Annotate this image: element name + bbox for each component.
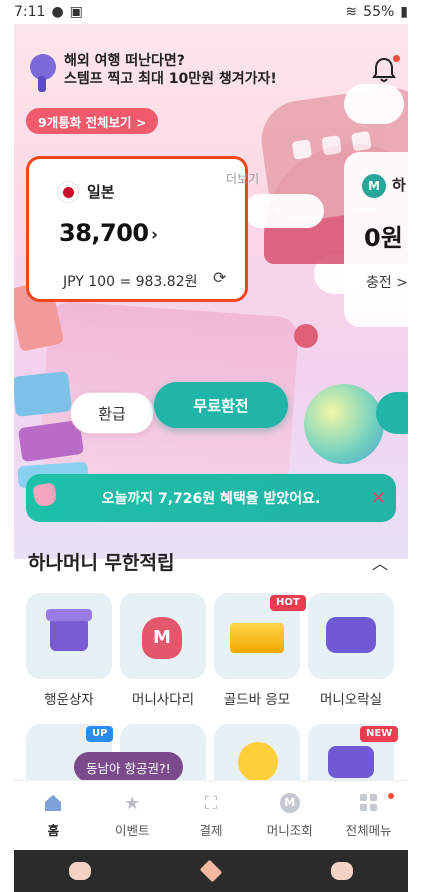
tile-label: 행운상자 [44,692,94,708]
card-name: 하 [392,176,406,194]
battery-text: 55% [363,4,395,20]
chevron-up-icon[interactable]: ︿ [372,550,388,574]
battery-icon: ▮ [400,4,408,20]
currency-card-japan[interactable]: 일본 38,700 › JPY 100 = 983.82원 ⟳ [26,156,248,302]
hana-money-logo-icon: M [362,174,386,198]
notification-dot [387,793,394,799]
nav-label: 머니조회 [266,823,313,838]
promo-tooltip[interactable]: 동남아 항공권?! [74,752,183,789]
grid-icon [358,792,380,814]
charge-link[interactable]: 충전 > [366,272,408,292]
nav-label: 결제 [199,823,223,838]
hot-tag: HOT [270,595,306,611]
nav-label: 홈 [47,823,60,838]
plane-window [291,139,313,160]
tile-label: 머니사다리 [131,692,195,708]
country-name: 일본 [87,183,115,201]
star-icon: ★ [124,792,141,814]
nav-home[interactable]: 홈 [14,781,93,850]
all-currencies-button[interactable]: 9개통화 전체보기 > [26,108,159,134]
exchange-rate: JPY 100 = 983.82원 [63,274,198,290]
wifi-icon: ≋ [345,4,358,20]
home-icon [42,792,64,814]
scan-icon: ⛶ [204,792,218,814]
money-icon: M [279,792,301,814]
benefit-text: 오늘까지 7,726원 혜택을 받았어요. [101,491,321,507]
more-link[interactable]: 더보기 [226,170,259,187]
money-bag-ladder-icon: M [142,617,182,659]
gallery-icon: ▣ [69,4,83,20]
nav-money[interactable]: M 머니조회 [250,781,329,850]
up-tag: UP [86,726,114,742]
nav-label: 이벤트 [114,823,150,838]
money-arcade-tile[interactable] [308,593,394,679]
tile-label: 골드바 응모 [223,692,291,708]
game-controller-icon [326,617,376,653]
money-icon-glyph: M [279,793,300,813]
heart-icon [32,482,58,508]
balance-amount[interactable]: 38,700 [59,219,149,247]
cloud-decoration [244,194,324,228]
chat-bubble-icon [328,746,374,778]
all-currencies-label: 9개통화 전체보기 > [38,114,147,130]
ball-decoration [294,324,318,348]
gift-box-icon [50,617,88,651]
refund-label: 환급 [98,404,126,423]
nav-payment[interactable]: ⛶ 결제 [172,781,251,850]
japan-flag-icon [57,181,79,203]
ball-decoration [304,384,384,464]
status-time: 7:11 [14,4,46,20]
recent-apps-button[interactable] [69,862,92,880]
stamp-pin-icon [24,54,60,94]
refresh-icon[interactable]: ⟳ [213,268,226,287]
sticker-decoration [14,280,89,494]
refund-button[interactable]: 환급 [70,392,154,434]
bottom-navigation: 홈 ★ 이벤트 ⛶ 결제 M 머니조회 전체메뉴 [14,780,408,850]
system-navigation-bar [14,850,408,892]
notification-dot [393,55,400,62]
plane-window [351,130,372,152]
cloud-decoration [344,84,404,124]
home-button[interactable] [199,859,223,883]
promo-line-1: 해외 여행 떠난다면? [64,53,185,69]
free-exchange-label: 무료환전 [193,396,249,415]
section-title: 하나머니 무한적립 [28,552,175,574]
tooltip-text: 동남아 항공권?! [86,760,171,776]
tile-label: 머니오락실 [319,692,383,708]
benefit-banner[interactable]: 오늘까지 7,726원 혜택을 받았어요. ✕ [26,474,396,522]
balance-amount: 0원 [364,224,403,252]
currency-card-hana-money[interactable]: M 하 0원 충전 > [344,152,408,327]
promo-banner[interactable]: 해외 여행 떠난다면? 스템프 찍고 최대 10만원 챙겨가자! [64,52,277,88]
new-tag: NEW [360,726,399,742]
promo-line-2: 스템프 찍고 최대 10만원 챙겨가자! [64,71,277,87]
heart-eyes-emoji-icon [238,742,278,782]
nav-label: 전체메뉴 [345,823,392,838]
chevron-right-icon[interactable]: › [151,225,158,245]
status-bar: 7:11 ● ▣ ≋ 55% ▮ [0,0,422,24]
back-button[interactable] [330,862,353,880]
nav-all-menu[interactable]: 전체메뉴 [329,781,408,850]
gold-bar-icon [230,623,284,653]
app-frame: 해외 여행 떠난다면? 스템프 찍고 최대 10만원 챙겨가자! 9개통화 전체… [14,24,408,850]
sticker [14,371,72,417]
nav-event[interactable]: ★ 이벤트 [93,781,172,850]
dart-icon: ✕ [370,488,386,509]
gift-box-lid [46,609,92,621]
free-exchange-button[interactable]: 무료환전 [154,382,288,428]
chat-icon: ● [51,4,64,20]
plane-window [321,135,342,156]
lucky-box-tile[interactable] [26,593,112,679]
money-ladder-tile[interactable]: M [120,593,206,679]
hero-area: 해외 여행 떠난다면? 스템프 찍고 최대 10만원 챙겨가자! 9개통화 전체… [14,24,408,559]
